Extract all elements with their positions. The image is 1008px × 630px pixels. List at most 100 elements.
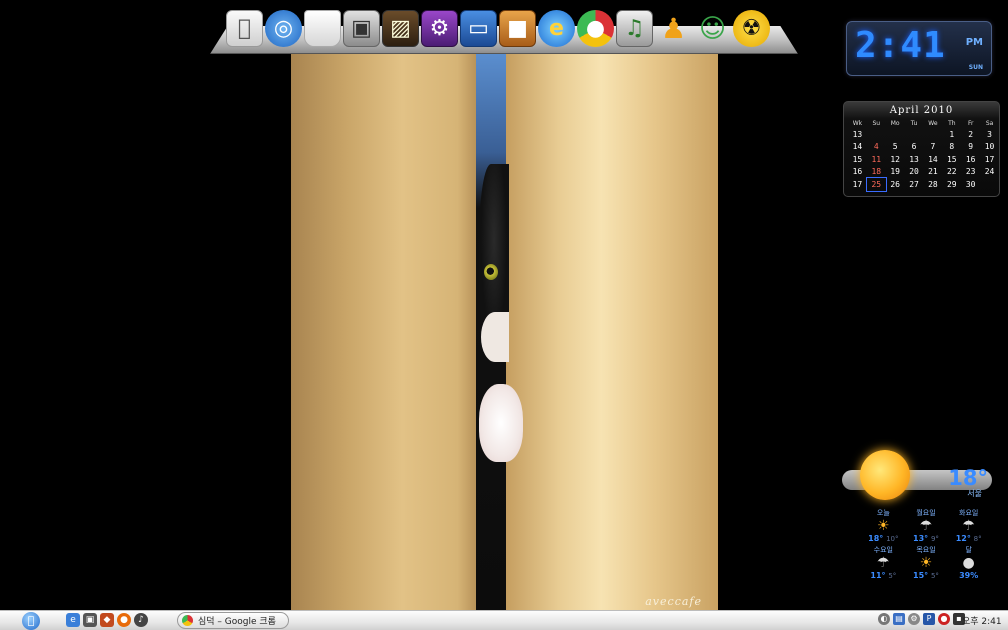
start-button[interactable]:  (22, 612, 40, 630)
forecast-low: 5° (888, 572, 897, 580)
rain-icon: ☂ (962, 518, 975, 534)
forecast-day: 월요일 ☂ 13° 9° (905, 508, 948, 543)
forecast-low: 9° (930, 535, 939, 543)
door-left (291, 52, 476, 610)
firefox-quicklaunch-icon[interactable]: ● (117, 613, 131, 627)
forecast-low: 5° (930, 572, 939, 580)
calendar-day[interactable]: 21 (924, 166, 943, 179)
window-app-icon[interactable]: ▭ (460, 10, 497, 47)
forecast-high: 15° (913, 571, 929, 580)
weather-city: 서울 (967, 489, 982, 498)
calendar-day[interactable]: 10 (980, 141, 999, 154)
forecast-temps: 15° 5° (905, 571, 948, 580)
calendar-day[interactable]: 27 (905, 178, 924, 191)
system-tray: ◐ ▤ ⚙ P ● ▪ (878, 613, 965, 625)
moon-icon: ● (962, 555, 975, 571)
internet-explorer-icon[interactable]: e (538, 10, 575, 47)
forecast-high: 12° (955, 534, 971, 543)
calendar-day[interactable]: 1 (942, 128, 961, 141)
wallpaper-signature: aveccafe (645, 595, 702, 608)
calendar-day[interactable]: 17 (980, 153, 999, 166)
forecast-day: 수요일 ☂ 11° 5° (862, 545, 905, 580)
radiation-icon[interactable]: ☢ (733, 10, 770, 47)
box-app-icon[interactable]: ■ (499, 10, 536, 47)
calendar-day (905, 128, 924, 141)
calendar-day[interactable]: 4 (867, 141, 886, 154)
weather-current-temp: 18° (948, 466, 988, 490)
calendar-widget[interactable]: April 2010 Wk Su Mo Tu We Th Fr Sa 13 1 2 3 14 4 5 6 7 8… (843, 101, 1000, 197)
calendar-day[interactable]: 14 (924, 153, 943, 166)
calendar-weekday-header: Sa (985, 119, 994, 127)
quick-launch: e ▣ ◆ ● ♪ (66, 613, 148, 627)
calendar-body: 13 1 2 3 14 4 5 6 7 8 9 10 15 11 12 13 14 15 16 17 16 18 19 20 2… (848, 128, 999, 192)
finder-icon[interactable]:  (226, 10, 263, 47)
calendar-day[interactable]: 19 (886, 166, 905, 179)
forecast-high: 11° (870, 571, 886, 580)
calendar-day[interactable]: 23 (961, 166, 980, 179)
shield-icon[interactable]: P (923, 613, 935, 625)
app-quicklaunch-icon[interactable]: ▣ (83, 613, 97, 627)
network-icon[interactable]: ▤ (893, 613, 905, 625)
weather-widget[interactable]: 18° 서울 오늘 ☀ 18° 10° 월요일 ☂ 13° 9° 화요일 ☂ 12° 8° 수요일… (842, 444, 998, 588)
photo-icon[interactable]: ▨ (382, 10, 419, 47)
calendar-day[interactable]: 18 (867, 166, 886, 179)
chrome-icon[interactable]: ● (577, 10, 614, 47)
calendar-day[interactable]: 26 (886, 178, 905, 191)
calendar-day[interactable]: 6 (905, 141, 924, 154)
calendar-day[interactable]: 25 (865, 177, 887, 192)
calendar-day[interactable]: 5 (886, 141, 905, 154)
calendar-day[interactable]: 3 (980, 128, 999, 141)
calendar-day[interactable]: 9 (961, 141, 980, 154)
forecast-day-name: 월요일 (916, 509, 936, 517)
forecast-high: 13° (913, 534, 929, 543)
calendar-day[interactable]: 29 (942, 178, 961, 191)
purple-app-icon[interactable]: ⚙ (421, 10, 458, 47)
calendar-weekday-header: Wk (852, 119, 863, 127)
aim-icon[interactable]: ♟ (655, 10, 692, 47)
calendar-day[interactable]: 15 (942, 153, 961, 166)
taskbar-button-chrome[interactable]: 심덕 – Google 크롬 (177, 612, 289, 629)
msn-messenger-icon[interactable]: ☺ (694, 10, 731, 47)
wallpaper-photo: aveccafe (291, 52, 718, 610)
calendar-day[interactable]: 2 (961, 128, 980, 141)
calendar-day (886, 128, 905, 141)
calendar-day[interactable]: 22 (942, 166, 961, 179)
calendar-week-number: 14 (852, 142, 863, 152)
partly-sunny-icon: ☀ (919, 555, 933, 571)
calendar-day[interactable]: 16 (961, 153, 980, 166)
calendar-weekday-header: We (928, 119, 938, 127)
calendar-week-number: 17 (852, 179, 863, 189)
ie-quicklaunch-icon[interactable]: e (66, 613, 80, 627)
weather-forecast: 오늘 ☀ 18° 10° 월요일 ☂ 13° 9° 화요일 ☂ 12° 8° 수요일 ☂ 11° 5°… (862, 508, 990, 580)
calendar-title: April 2010 (889, 105, 954, 116)
calendar-day[interactable]: 8 (942, 141, 961, 154)
calendar-day[interactable]: 28 (924, 178, 943, 191)
trash-icon[interactable] (304, 10, 341, 47)
safari-icon[interactable]: ◎ (265, 10, 302, 47)
calendar-week-number: 13 (852, 129, 863, 139)
forecast-day: 화요일 ☂ 12° 8° (947, 508, 990, 543)
calendar-day[interactable]: 11 (867, 153, 886, 166)
media-quicklaunch-icon[interactable]: ♪ (134, 613, 148, 627)
calendar-day[interactable]: 24 (980, 166, 999, 179)
game-quicklaunch-icon[interactable]: ◆ (100, 613, 114, 627)
door-right (506, 52, 718, 610)
antivirus-icon[interactable]: ● (938, 613, 950, 625)
calendar-day[interactable]: 20 (905, 166, 924, 179)
calendar-week-number: 15 (852, 154, 863, 164)
calendar-day[interactable]: 30 (961, 178, 980, 191)
calendar-day[interactable]: 13 (905, 153, 924, 166)
itunes-icon[interactable]: ♫ (616, 10, 653, 47)
tray-clock[interactable]: 오후 2:41 (962, 614, 1002, 627)
speaker-icon[interactable]: ◐ (878, 613, 890, 625)
clock-widget[interactable]: 2:41 PM SUN (846, 21, 992, 76)
calendar-weekday-header: Su (872, 119, 881, 127)
calendar-day[interactable]: 7 (924, 141, 943, 154)
dock:  ◎ ▣ ▨ ⚙ ▭ ■ e ● ♫ ♟ ☺ ☢ (210, 4, 798, 54)
clock-time: 2:41 (855, 25, 946, 66)
calendar-day[interactable]: 12 (886, 153, 905, 166)
chrome-icon (182, 615, 193, 626)
rain-icon: ☂ (877, 555, 890, 571)
settings-icon[interactable]: ⚙ (908, 613, 920, 625)
disk-utility-icon[interactable]: ▣ (343, 10, 380, 47)
